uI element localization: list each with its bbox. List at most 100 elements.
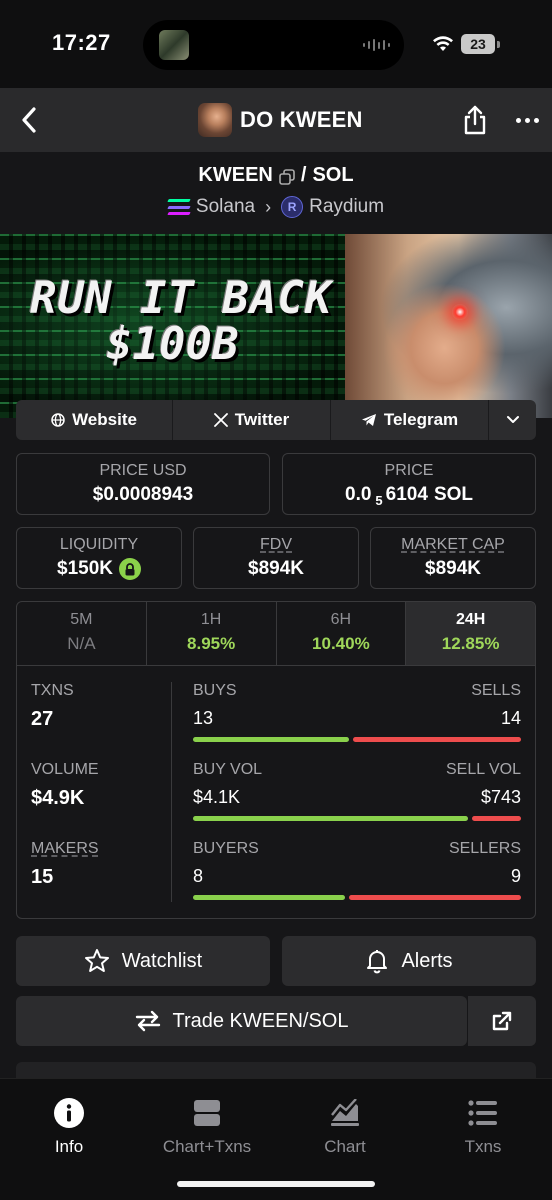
sellers-label: SELLERS [448,840,521,857]
trading-stats: 5M N/A 1H 8.95% 6H 10.40% 24H 12.85% TXN… [16,601,536,919]
volume-label: VOLUME [31,761,99,778]
volume-split-bar [193,816,521,821]
tab-txns[interactable]: Txns [414,1097,552,1157]
makers-split-stat: BUYERS SELLERS 8 9 [193,840,521,900]
page-title: DO KWEEN [240,107,363,132]
stats-body: TXNS 27 VOLUME $4.9K MAKERS 15 BUYS SELL… [17,666,535,918]
split-view-icon [194,1100,220,1126]
tab-chart-label: Chart [324,1137,366,1156]
makers-value: 15 [31,866,54,888]
website-link[interactable]: Website [16,400,173,440]
network-link[interactable]: Solana [196,196,255,218]
nav-bar: DO KWEEN [0,88,552,152]
tab-5m[interactable]: 5M N/A [17,602,147,665]
dex-link[interactable]: Raydium [309,196,384,218]
twitter-link[interactable]: Twitter [173,400,331,440]
share-icon [464,105,486,135]
twitter-label: Twitter [234,410,290,429]
status-bar: 17:27 23 [0,0,552,88]
fdv-label[interactable]: FDV [260,536,292,553]
raydium-icon: R [281,196,304,218]
trade-button[interactable]: Trade KWEEN/SOL [16,996,467,1046]
area-chart-icon [331,1099,359,1126]
divider [171,682,172,902]
star-icon [84,949,109,972]
tab-label: 5M [70,611,93,628]
telegram-link[interactable]: Telegram [331,400,489,440]
more-links-button[interactable] [489,400,536,440]
liquidity-card: LIQUIDITY $150K [16,527,182,589]
quote-symbol: SOL [312,164,354,186]
home-indicator [177,1181,375,1187]
open-external-button[interactable] [467,996,536,1046]
sells-bar [352,737,521,742]
tab-chart[interactable]: Chart [276,1097,414,1157]
makers-split-bar [193,895,521,900]
sellers-bar [349,895,521,900]
tab-info-label: Info [54,1137,84,1156]
alerts-button[interactable]: Alerts [282,936,536,986]
clock: 17:27 [52,30,111,55]
dynamic-island [143,20,404,70]
share-button[interactable] [460,102,490,138]
sells-label: SELLS [471,682,521,699]
price-usd-card: PRICE USD $0.0008943 [16,453,270,515]
trade-label: Trade KWEEN/SOL [172,1009,349,1032]
chevron-left-icon [22,107,36,133]
dot-icon [533,117,539,123]
price-change: N/A [67,634,96,653]
sell-vol-value: $743 [480,787,521,807]
volume-split-stat: BUY VOL SELL VOL $4.1K $743 [193,761,521,821]
makers-stat: MAKERS 15 [31,840,99,889]
liquidity-value-row: $150K [17,558,181,580]
tab-24h[interactable]: 24H 12.85% [406,602,535,665]
tab-txns-label: Txns [464,1137,502,1156]
banner-portrait [345,234,552,418]
copy-icon[interactable] [279,168,295,185]
makers-label[interactable]: MAKERS [31,840,99,857]
telegram-label: Telegram [383,410,459,429]
chevron-down-icon [506,416,519,423]
txns-value: 27 [31,708,54,730]
tab-1h[interactable]: 1H 8.95% [147,602,277,665]
more-options-button[interactable] [510,102,544,138]
fdv-value: $894K [248,558,304,579]
timeframe-tabs: 5M N/A 1H 8.95% 6H 10.40% 24H 12.85% [17,602,535,666]
tab-info[interactable]: Info [0,1097,138,1157]
watchlist-button[interactable]: Watchlist [16,936,270,986]
banner-text: RUN IT BACK $100B [30,275,332,368]
dot-icon [524,117,530,123]
txns-label: TXNS [31,682,74,699]
globe-icon [51,413,65,427]
market-cap-value: $894K [425,558,481,579]
price-native-card: PRICE 0.0 5 6104 SOL [282,453,536,515]
solana-icon [167,199,191,215]
price-zero-count: 5 [375,492,383,508]
market-cap-card: MARKET CAP $894K [370,527,536,589]
buys-label: BUYS [193,682,237,699]
sell-vol-bar [472,816,521,821]
market-cap-label[interactable]: MARKET CAP [401,536,505,553]
social-links: Website Twitter Telegram [16,400,536,440]
price-prefix: 0.0 [345,484,372,505]
tab-chart-txns-label: Chart+Txns [162,1137,252,1156]
lock-icon[interactable] [119,558,141,580]
buy-vol-value: $4.1K [193,787,241,807]
back-button[interactable] [14,102,44,138]
list-icon [468,1100,497,1126]
tab-6h[interactable]: 6H 10.40% [277,602,407,665]
sells-value: 14 [500,708,521,728]
price-native-value: 0.0 5 6104 SOL [283,484,535,508]
buys-bar [193,737,349,742]
pair-separator: / [300,164,307,186]
telegram-icon [361,414,376,426]
tab-chart-txns[interactable]: Chart+Txns [138,1097,276,1157]
battery-level: 23 [461,34,495,54]
tab-label: 6H [330,611,352,628]
info-icon [54,1098,84,1128]
swap-arrows-icon [135,1010,160,1032]
cyborg-eye [452,304,468,320]
volume-value: $4.9K [31,787,85,809]
buy-vol-bar [193,816,469,821]
price-change: 10.40% [312,634,370,653]
